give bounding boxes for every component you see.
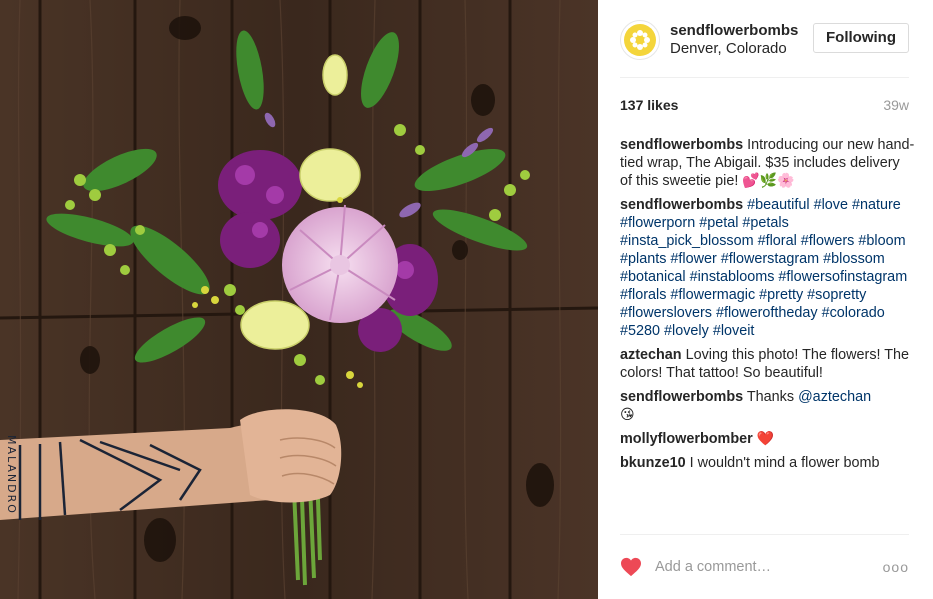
following-button[interactable]: Following	[813, 23, 909, 53]
flower-bouquet-image: MALANDRO	[0, 0, 598, 599]
likes-row: 137 likes 39w	[620, 97, 909, 113]
hashtag-link[interactable]: #pretty	[759, 287, 803, 303]
hashtag-link[interactable]: #insta_pick_blossom	[620, 233, 754, 249]
post-header: sendflowerbombs Denver, Colorado Followi…	[620, 16, 909, 64]
hashtag-link[interactable]: #5280	[620, 323, 660, 339]
comment-input[interactable]: Add a comment…	[655, 559, 883, 575]
avatar[interactable]	[620, 20, 660, 60]
hashtag-link[interactable]: #instablooms	[690, 269, 775, 285]
comment-author[interactable]: aztechan	[620, 347, 682, 363]
hashtag-link[interactable]: #petals	[742, 215, 788, 231]
hashtag-link[interactable]: #petal	[699, 215, 738, 231]
mention-link[interactable]: @aztechan	[798, 389, 871, 405]
hashtag-link[interactable]: #florals	[620, 287, 666, 303]
hashtag-link[interactable]: #floweroftheday	[716, 305, 818, 321]
hashtag-list: #beautiful #love #nature #flowerporn #pe…	[620, 197, 907, 339]
hashtag-link[interactable]: #sopretty	[807, 287, 866, 303]
caption: sendflowerbombs Introducing our new hand…	[620, 136, 915, 190]
username-link[interactable]: sendflowerbombs	[670, 22, 800, 40]
heart-icon[interactable]	[620, 557, 642, 577]
hashtag-link[interactable]: #blossom	[823, 251, 885, 267]
comment-author[interactable]: mollyflowerbomber	[620, 431, 753, 447]
hashtag-link[interactable]: #lovely	[664, 323, 709, 339]
location-link[interactable]: Denver, Colorado	[670, 40, 800, 58]
hashtag-link[interactable]: #flowerporn	[620, 215, 695, 231]
hashtag-link[interactable]: #beautiful	[747, 197, 809, 213]
comment-box: Add a comment… ooo	[620, 553, 909, 581]
flower-logo-icon	[624, 24, 656, 56]
more-options-icon[interactable]: ooo	[883, 559, 909, 575]
comment-divider	[620, 534, 909, 535]
hashtag-link[interactable]: #flowersofinstagram	[778, 269, 907, 285]
comment-author[interactable]: sendflowerbombs	[620, 197, 743, 213]
likes-count[interactable]: 137 likes	[620, 97, 678, 113]
hashtag-link[interactable]: #bloom	[858, 233, 905, 249]
comment-emoji: 😘	[620, 407, 635, 423]
hashtag-link[interactable]: #flowerstagram	[721, 251, 819, 267]
tattoo-text: MALANDRO	[5, 435, 18, 515]
post-sidebar: sendflowerbombs Denver, Colorado Followi…	[598, 0, 933, 599]
comment-item: mollyflowerbomber ❤️	[620, 430, 915, 448]
comment-item: aztechan Loving this photo! The flowers!…	[620, 346, 915, 382]
comment-item: sendflowerbombs Thanks @aztechan 😘	[620, 388, 915, 424]
hashtag-link[interactable]: #floral	[758, 233, 797, 249]
hashtag-link[interactable]: #flower	[670, 251, 716, 267]
post-container: MALANDRO sendflowerbombs Denver, Colorad…	[0, 0, 933, 599]
hashtag-link[interactable]: #botanical	[620, 269, 686, 285]
comment-emoji: ❤️	[756, 431, 775, 447]
header-divider	[620, 77, 909, 78]
post-time[interactable]: 39w	[883, 97, 909, 113]
caption-emojis: 💕🌿🌸	[742, 173, 795, 189]
hashtag-link[interactable]: #flowers	[801, 233, 855, 249]
hashtag-link[interactable]: #love	[814, 197, 848, 213]
comment-text: I wouldn't mind a flower bomb	[685, 455, 880, 471]
hashtag-link[interactable]: #plants	[620, 251, 666, 267]
comment-author[interactable]: sendflowerbombs	[620, 389, 743, 405]
hashtag-link[interactable]: #nature	[852, 197, 901, 213]
hashtag-link[interactable]: #flowerslovers	[620, 305, 712, 321]
comment-text: Thanks	[743, 389, 799, 405]
comment-item: bkunze10 I wouldn't mind a flower bomb	[620, 454, 915, 472]
comment-author[interactable]: bkunze10	[620, 455, 686, 471]
hashtag-link[interactable]: #loveit	[713, 323, 755, 339]
comment-list[interactable]: sendflowerbombs Introducing our new hand…	[620, 136, 915, 529]
post-photo[interactable]: MALANDRO	[0, 0, 598, 599]
caption-author[interactable]: sendflowerbombs	[620, 137, 743, 153]
hashtag-link[interactable]: #colorado	[822, 305, 885, 321]
hashtag-link[interactable]: #flowermagic	[670, 287, 755, 303]
hashtag-comment: sendflowerbombs #beautiful #love #nature…	[620, 196, 915, 340]
